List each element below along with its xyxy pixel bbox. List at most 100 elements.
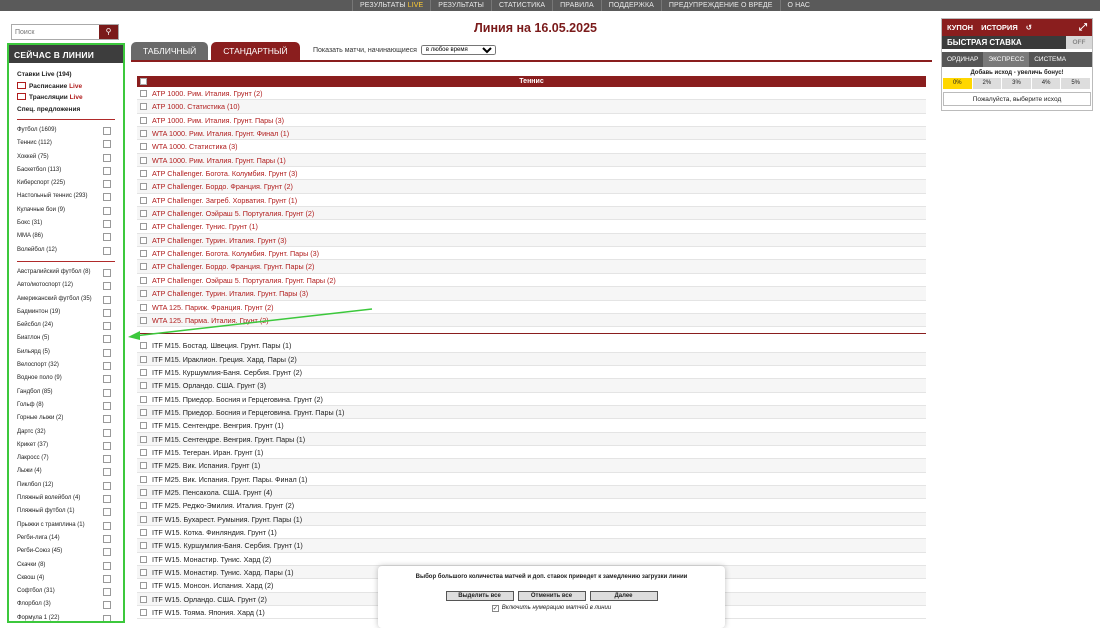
top-nav-link[interactable]: Результаты: [430, 0, 491, 11]
sport-item[interactable]: Пляжный футбол (1): [17, 505, 123, 518]
tournament-name[interactable]: ATP Challenger. Тунис. Грунт (1): [152, 222, 258, 231]
tournament-checkbox[interactable]: [140, 130, 147, 138]
sport-item[interactable]: Регби-Союз (45): [17, 545, 123, 558]
tournament-name[interactable]: ITF W15. Монастир. Тунис. Хард (2): [152, 555, 271, 564]
sport-checkbox[interactable]: [103, 588, 111, 597]
tournament-name[interactable]: ITF M15. Сентендре. Венгрия. Грунт (1): [152, 421, 284, 430]
tournament-checkbox[interactable]: [140, 595, 147, 603]
tournament-row[interactable]: ITF M15. Сентендре. Венгрия. Грунт. Пары…: [137, 432, 926, 446]
tournament-checkbox[interactable]: [140, 569, 147, 577]
tournament-row[interactable]: ITF M15. Орландо. США. Грунт (3): [137, 379, 926, 393]
tournament-row[interactable]: ATP Challenger. Оэйраш 5. Португалия. Гр…: [137, 274, 926, 288]
time-filter-select[interactable]: в любое время: [420, 45, 496, 55]
sport-item[interactable]: Флорбол (3): [17, 598, 123, 611]
sport-checkbox[interactable]: [103, 335, 111, 344]
tournament-row[interactable]: WTA 1000. Рим. Италия. Грунт. Пары (1): [137, 153, 926, 168]
top-nav-link[interactable]: Правила: [552, 0, 601, 11]
sport-checkbox[interactable]: [103, 140, 111, 149]
sport-item[interactable]: Гольф (8): [17, 399, 123, 412]
tournament-checkbox[interactable]: [140, 196, 147, 204]
tournament-name[interactable]: WTA 1000. Рим. Италия. Грунт. Финал (1): [152, 129, 289, 138]
sport-checkbox[interactable]: [103, 180, 111, 189]
tournament-name[interactable]: ATP Challenger. Оэйраш 5. Португалия. Гр…: [152, 209, 314, 218]
numbering-checkbox[interactable]: ✓: [491, 605, 499, 612]
tournament-row[interactable]: ITF M15. Ираклион. Греция. Хард. Пары (2…: [137, 352, 926, 366]
sport-checkbox[interactable]: [103, 388, 111, 397]
tournament-checkbox[interactable]: [140, 303, 147, 311]
tournament-checkbox[interactable]: [140, 382, 147, 390]
sport-item[interactable]: Хоккей (75): [17, 151, 123, 164]
sport-checkbox[interactable]: [103, 193, 111, 202]
expand-icon[interactable]: ⤢: [1079, 19, 1087, 36]
sport-checkbox[interactable]: [103, 468, 111, 477]
tournament-name[interactable]: ITF W15. Бухарест. Румыния. Грунт. Пары …: [152, 515, 302, 524]
top-nav-link[interactable]: Результаты LIVE: [352, 0, 430, 11]
sport-item[interactable]: Футбол (1609): [17, 124, 123, 137]
sport-item[interactable]: Баскетбол (113): [17, 164, 123, 177]
sport-item[interactable]: Регби-лига (14): [17, 532, 123, 545]
tournament-row[interactable]: ATP Challenger. Бордо. Франция. Грунт (2…: [137, 180, 926, 194]
tournament-checkbox[interactable]: [140, 502, 147, 510]
tournament-checkbox[interactable]: [140, 316, 147, 324]
tournament-name[interactable]: ITF M15. Сентендре. Венгрия. Грунт. Пары…: [152, 435, 305, 444]
tournament-name[interactable]: WTA 1000. Статистика (3): [152, 142, 238, 151]
sport-checkbox[interactable]: [103, 495, 111, 504]
sport-checkbox[interactable]: [103, 127, 111, 135]
sport-checkbox[interactable]: [103, 441, 111, 450]
cancel-all-button[interactable]: Отменить все: [517, 591, 586, 601]
tournament-row[interactable]: ATP Challenger. Турин. Италия. Грунт. Па…: [137, 287, 926, 301]
sport-item[interactable]: Софтбол (31): [17, 585, 123, 598]
tab-table[interactable]: ТАБЛИЧНЫЙ: [131, 42, 209, 60]
tournament-checkbox[interactable]: [140, 116, 147, 124]
tournament-name[interactable]: ITF M15. Ираклион. Греция. Хард. Пары (2…: [152, 355, 297, 364]
tournament-row[interactable]: ITF M15. Тегеран. Иран. Грунт (1): [137, 446, 926, 460]
tournament-name[interactable]: ITF M25. Пенсакола. США. Грунт (4): [152, 488, 272, 497]
sport-item[interactable]: Авто/мотоспорт (12): [17, 279, 123, 292]
tournament-row[interactable]: ITF M25. Пенсакола. США. Грунт (4): [137, 485, 926, 500]
sport-item[interactable]: Бильярд (5): [17, 346, 123, 359]
search-button[interactable]: ⚲: [99, 25, 118, 39]
sport-item[interactable]: Лыжи (4): [17, 465, 123, 478]
schedule-link[interactable]: Расписание Live: [17, 81, 123, 93]
sport-item[interactable]: Сквош (4): [17, 572, 123, 585]
tab-history[interactable]: ИСТОРИЯ: [981, 19, 1018, 36]
tournament-checkbox[interactable]: [140, 488, 147, 496]
sport-item[interactable]: Лакросс (7): [17, 452, 123, 465]
tournament-row[interactable]: ATP Challenger. Бордо. Франция. Грунт. П…: [137, 260, 926, 274]
sport-checkbox[interactable]: [103, 322, 111, 331]
tournament-name[interactable]: ITF M25. Вик. Испания. Грунт. Пары. Фина…: [152, 475, 307, 484]
tournament-name[interactable]: ATP Challenger. Турин. Италия. Грунт. Па…: [152, 289, 308, 298]
sport-checkbox[interactable]: [103, 561, 111, 570]
sport-item[interactable]: Дартс (32): [17, 426, 123, 439]
tournament-checkbox[interactable]: [140, 183, 147, 191]
tournament-name[interactable]: WTA 125. Париж. Франция. Грунт (2): [152, 303, 273, 312]
tournament-name[interactable]: ATP Challenger. Турин. Италия. Грунт (3): [152, 236, 287, 245]
sport-item[interactable]: Пляжный волейбол (4): [17, 492, 123, 505]
tournament-checkbox[interactable]: [140, 448, 147, 456]
sport-checkbox[interactable]: [103, 428, 111, 437]
tournament-checkbox[interactable]: [140, 143, 147, 151]
tournament-name[interactable]: WTA 125. Парма. Италия. Грунт (2): [152, 316, 269, 325]
tournament-row[interactable]: WTA 125. Париж. Франция. Грунт (2): [137, 301, 926, 314]
tournament-name[interactable]: ATP 1000. Статистика (10): [152, 102, 240, 111]
sport-checkbox[interactable]: [103, 614, 111, 621]
sport-checkbox[interactable]: [103, 455, 111, 464]
sport-checkbox[interactable]: [103, 574, 111, 583]
sport-checkbox[interactable]: [103, 508, 111, 517]
tournament-checkbox[interactable]: [140, 435, 147, 443]
sport-checkbox[interactable]: [103, 481, 111, 490]
tournament-row[interactable]: ITF W15. Котка. Финляндия. Грунт (1): [137, 526, 926, 540]
tournament-name[interactable]: ITF W15. Куршумлия-Баня. Сербия. Грунт (…: [152, 541, 303, 550]
tournament-name[interactable]: ATP Challenger. Богота. Колумбия. Грунт …: [152, 169, 298, 178]
tournament-checkbox[interactable]: [140, 263, 147, 271]
sport-item[interactable]: MMA (86): [17, 230, 123, 243]
top-nav-link[interactable]: Статистика: [490, 0, 552, 11]
sport-checkbox[interactable]: [103, 521, 111, 530]
tournament-row[interactable]: WTA 1000. Рим. Италия. Грунт. Финал (1): [137, 127, 926, 141]
next-button[interactable]: Далее: [589, 591, 658, 601]
sport-checkbox[interactable]: [103, 401, 111, 410]
tournament-row[interactable]: ATP 1000. Рим. Италия. Грунт (2): [137, 87, 926, 101]
sport-item[interactable]: Пиклбол (12): [17, 479, 123, 492]
sport-item[interactable]: Формула 1 (22): [17, 612, 123, 621]
tournament-checkbox[interactable]: [140, 156, 147, 164]
